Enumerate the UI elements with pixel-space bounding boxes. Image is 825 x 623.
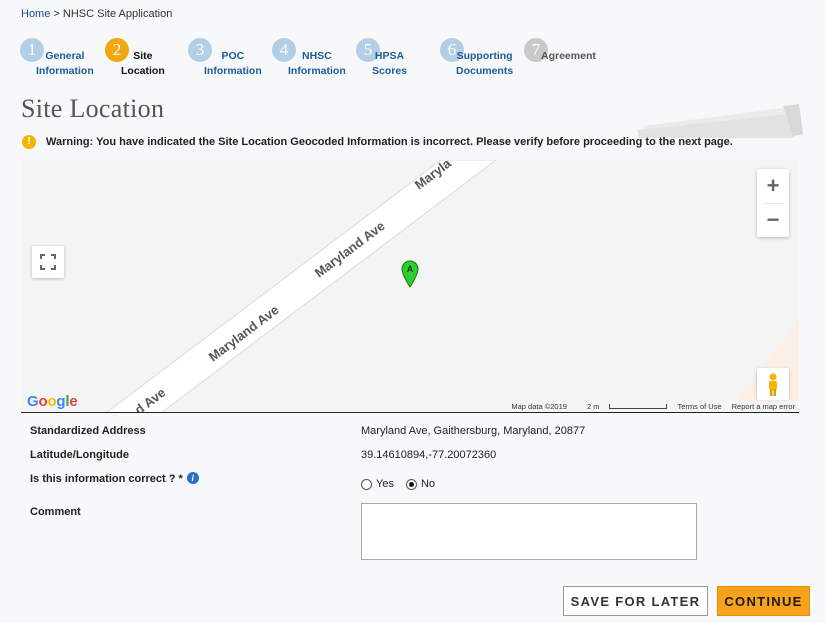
breadcrumb-separator: > [53, 8, 60, 20]
latlng-label: Latitude/Longitude [30, 449, 129, 461]
terms-of-use-link[interactable]: Terms of Use [677, 402, 721, 411]
save-for-later-button[interactable]: SAVE FOR LATER [563, 586, 708, 616]
map-marker[interactable]: A [401, 260, 419, 291]
marker-label: A [407, 264, 414, 274]
report-map-error-link[interactable]: Report a map error [732, 402, 795, 411]
address-label: Standardized Address [30, 425, 146, 437]
breadcrumb-home-link[interactable]: Home [21, 8, 50, 20]
progress-steps: 1 General Information 2 Site Location 3 PO… [20, 38, 720, 78]
step-label: Agreement [541, 50, 596, 62]
google-logo: Google [27, 393, 78, 410]
step-label: Supporting Documents [456, 50, 514, 77]
zoom-control: + − [757, 169, 789, 237]
radio-yes-label: Yes [376, 478, 394, 490]
fullscreen-icon [40, 254, 56, 270]
radio-no-circle[interactable] [405, 478, 417, 490]
breadcrumb-current: NHSC Site Application [62, 8, 173, 20]
comment-label: Comment [30, 506, 81, 518]
radio-no[interactable]: No [405, 478, 436, 490]
radio-yes-circle[interactable] [361, 478, 372, 490]
warning-message: ! Warning: You have indicated the Site L… [22, 135, 733, 149]
radio-yes[interactable]: Yes [361, 478, 394, 490]
zoom-out-button[interactable]: − [757, 203, 789, 237]
decorative-paper-graphic [637, 104, 803, 138]
continue-button[interactable]: CONTINUE [717, 586, 810, 616]
pegman-icon [769, 373, 777, 396]
step-label: HPSA Scores [372, 50, 408, 77]
exclamation-icon: ! [22, 135, 36, 149]
address-value: Maryland Ave, Gaithersburg, Maryland, 20… [361, 425, 586, 437]
correct-question-label: Is this information correct ? * i [30, 472, 199, 485]
fullscreen-button[interactable] [32, 246, 64, 278]
map-scale: 2 m [577, 402, 668, 411]
info-icon[interactable]: i [186, 472, 199, 484]
street-view-pegman-button[interactable] [757, 368, 789, 400]
zoom-in-button[interactable]: + [757, 169, 789, 203]
page-title: Site Location [21, 94, 165, 123]
warning-text: Warning: You have indicated the Site Loc… [46, 136, 733, 148]
step-label: NHSC Information [288, 50, 346, 77]
radio-no-label: No [420, 478, 436, 490]
step-label: Site Location [121, 50, 165, 77]
step-label: POC Information [204, 50, 262, 77]
step-label: General Information [36, 50, 94, 77]
map-view[interactable]: Maryla Maryland Ave Maryland Ave d Ave A… [21, 160, 799, 413]
map-data-text: Map data ©2019 [511, 401, 567, 411]
comment-field[interactable] [361, 503, 697, 560]
map-attribution: Map data ©2019 2 m Terms of Use Report a… [497, 400, 799, 412]
latlng-value: 39.14610894,-77.20072360 [361, 449, 497, 461]
correct-radio-group: Yes No [361, 478, 447, 490]
breadcrumb: Home > NHSC Site Application [21, 8, 172, 20]
